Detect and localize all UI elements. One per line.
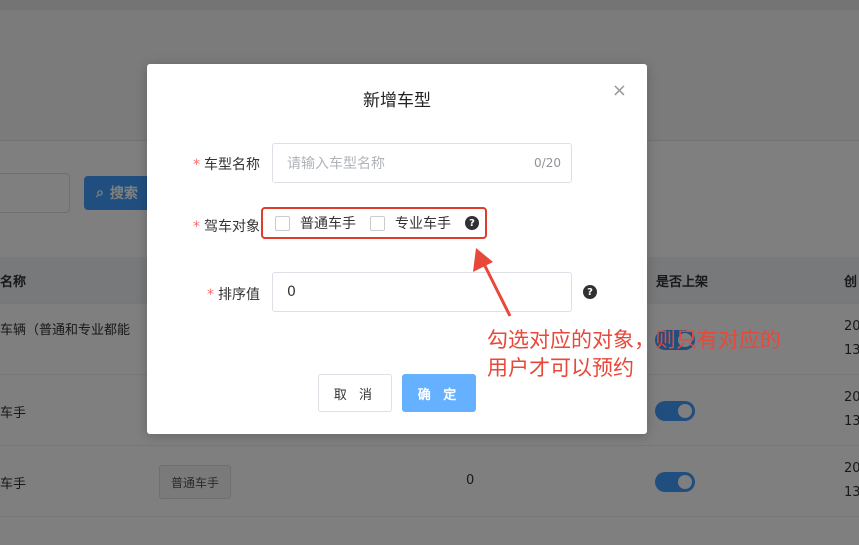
vehicle-name-label: * 车型名称 <box>193 154 260 174</box>
checkbox-normal-driver[interactable]: 普通车手 <box>275 213 356 233</box>
vehicle-name-placeholder: 请输入车型名称 <box>287 156 385 172</box>
sort-value-text: 0 <box>287 284 296 300</box>
driver-target-checkbox-group: 普通车手 专业车手 ? <box>261 207 487 239</box>
sort-value-label: * 排序值 <box>207 284 260 304</box>
driver-target-label-text: 驾车对象 <box>204 219 260 235</box>
vehicle-name-label-text: 车型名称 <box>204 157 260 173</box>
checkbox-pro-driver-label: 专业车手 <box>395 216 451 232</box>
close-icon[interactable]: × <box>612 82 627 100</box>
required-mark: * <box>207 287 214 303</box>
cancel-button[interactable]: 取 消 <box>318 374 392 412</box>
char-counter: 0/20 <box>534 156 561 170</box>
sort-value-input[interactable]: 0 <box>272 272 572 312</box>
confirm-button[interactable]: 确 定 <box>402 374 476 412</box>
required-mark: * <box>193 219 200 235</box>
driver-target-label: * 驾车对象 <box>193 216 260 236</box>
checkbox-normal-driver-label: 普通车手 <box>300 216 356 232</box>
annotation-text: 勾选对应的对象，则只有对应的 用户才可以预约 <box>487 326 781 382</box>
checkbox-box[interactable] <box>275 215 290 231</box>
sort-value-label-text: 排序值 <box>218 287 260 303</box>
checkbox-box[interactable] <box>370 215 385 231</box>
dialog-title: 新增车型 <box>363 91 431 111</box>
checkbox-pro-driver[interactable]: 专业车手 <box>370 213 451 233</box>
annotation-line-2: 用户才可以预约 <box>487 356 634 380</box>
help-icon[interactable]: ? <box>465 216 479 230</box>
vehicle-name-input[interactable]: 请输入车型名称 0/20 <box>272 143 572 183</box>
help-icon[interactable]: ? <box>583 285 597 299</box>
annotation-line-1: 勾选对应的对象，则只有对应的 <box>487 328 781 352</box>
required-mark: * <box>193 157 200 173</box>
